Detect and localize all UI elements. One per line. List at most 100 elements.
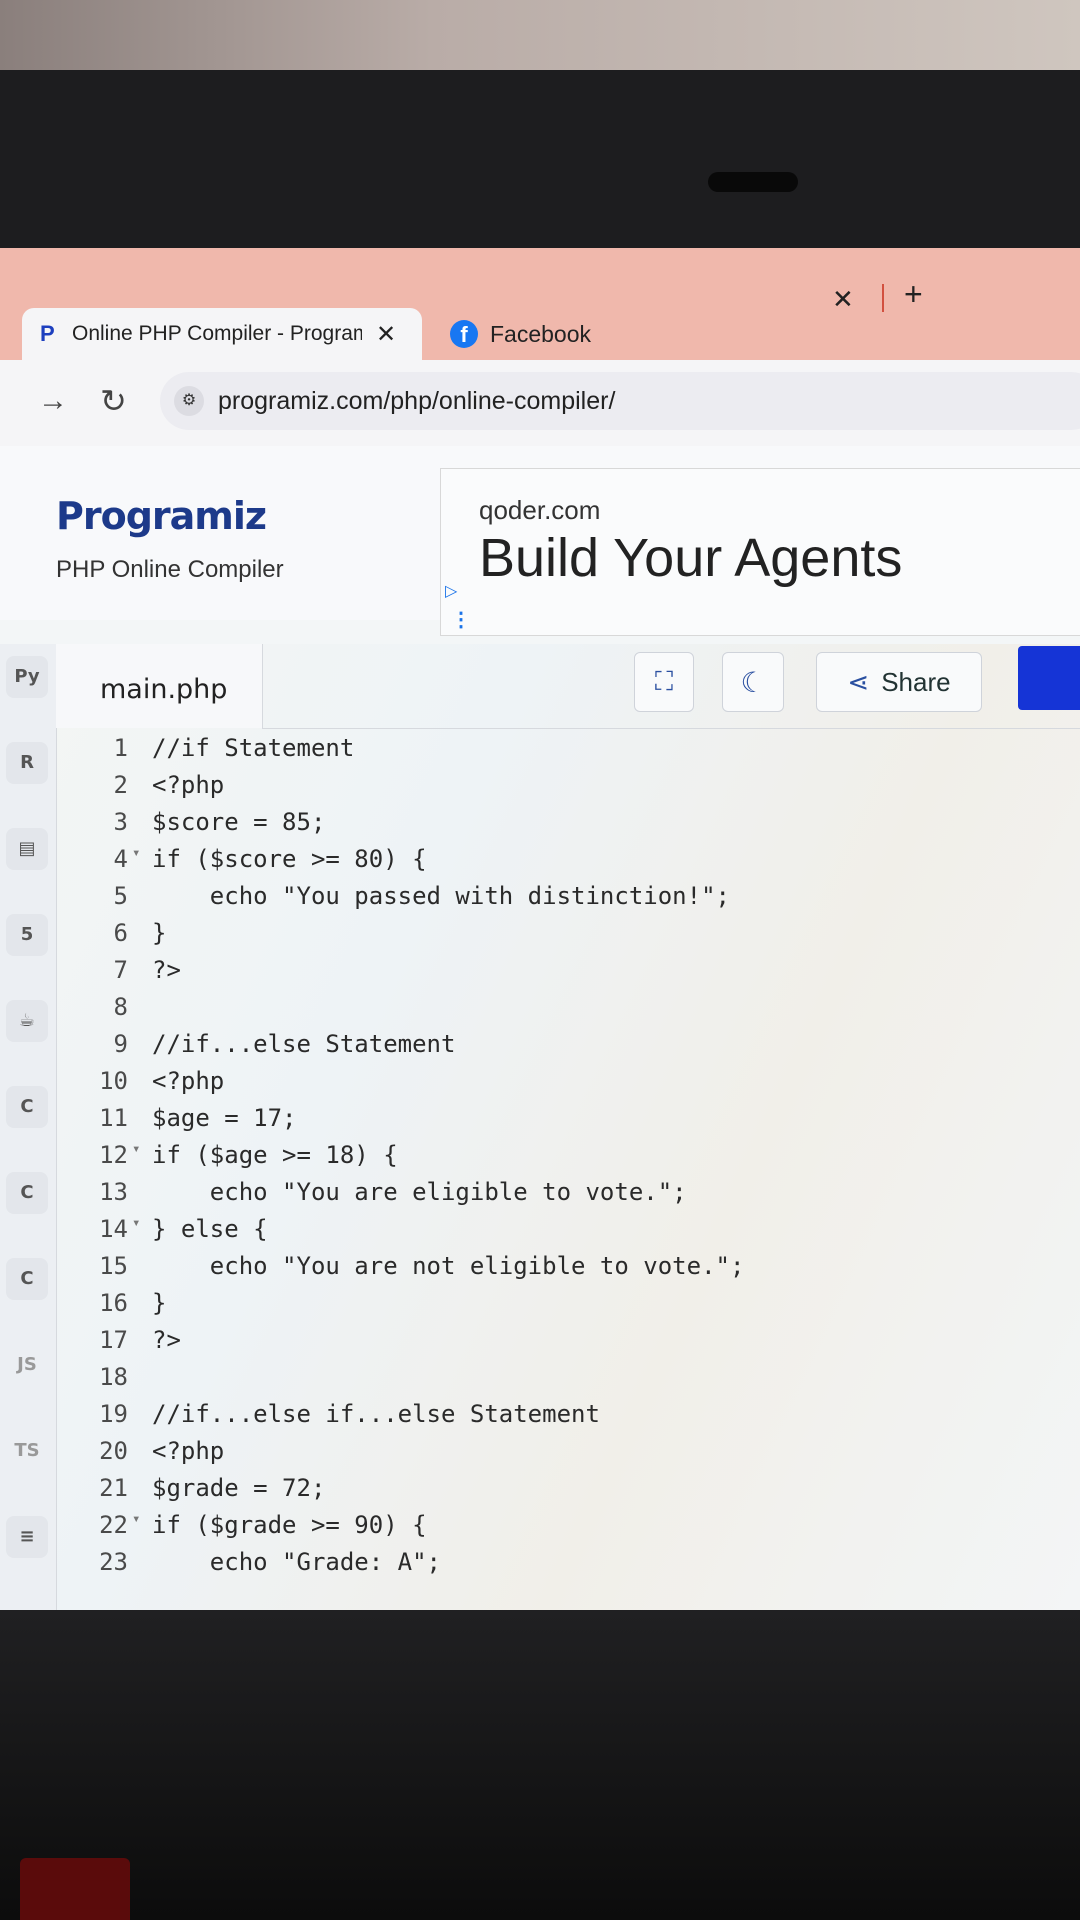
line-number: 15	[99, 1252, 128, 1280]
code-text: <?php	[152, 1067, 225, 1095]
code-line[interactable]: 19 //if...else if...else Statement	[56, 1400, 1080, 1434]
code-text: echo "You are eligible to vote.";	[152, 1178, 687, 1206]
line-number: 14	[99, 1215, 128, 1243]
cpp-icon[interactable]: C	[6, 1172, 48, 1214]
html5-icon[interactable]: 5	[6, 914, 48, 956]
fullscreen-icon: ⛶	[654, 666, 674, 696]
code-line[interactable]: 17 ?>	[56, 1326, 1080, 1360]
code-line[interactable]: 1 //if Statement	[56, 734, 1080, 768]
ad-menu-icon[interactable]: ⋮	[451, 607, 471, 632]
line-number: 10	[99, 1067, 128, 1095]
code-line[interactable]: 20 <?php	[56, 1437, 1080, 1471]
site-settings-icon[interactable]: ⚙	[174, 386, 204, 416]
code-text: }	[152, 919, 167, 947]
editor-controls: ⛶ ☾ ⋖ Share	[262, 644, 1080, 729]
tab-php-compiler[interactable]: P Online PHP Compiler - Program ✕	[22, 308, 422, 360]
fold-toggle-icon[interactable]: ▾	[132, 1141, 140, 1157]
ad-domain: qoder.com	[479, 495, 601, 525]
line-number: 12	[99, 1141, 128, 1169]
code-line[interactable]: 12 ▾ if ($age >= 18) {	[56, 1141, 1080, 1175]
monitor-bezel-bottom	[0, 1610, 1080, 1920]
code-line[interactable]: 21 $grade = 72;	[56, 1474, 1080, 1508]
code-line[interactable]: 5 echo "You passed with distinction!";	[56, 882, 1080, 916]
code-text: echo "You passed with distinction!";	[152, 882, 730, 910]
more-languages-icon[interactable]: ≡	[6, 1516, 48, 1558]
line-number: 19	[99, 1400, 128, 1428]
ad-banner[interactable]: qoder.com Build Your Agents ▷ ⋮	[440, 468, 1080, 636]
new-tab-icon[interactable]: +	[904, 276, 923, 313]
line-number: 22	[99, 1511, 128, 1539]
line-number: 17	[99, 1326, 128, 1354]
line-number: 11	[99, 1104, 128, 1132]
close-icon[interactable]: ✕	[832, 284, 854, 315]
code-text: //if Statement	[152, 734, 355, 762]
url-text: programiz.com/php/online-compiler/	[218, 386, 616, 415]
python-icon[interactable]: Py	[6, 656, 48, 698]
theme-toggle-button[interactable]: ☾	[722, 652, 784, 712]
page-header: Programiz PHP Online Compiler qoder.com …	[0, 446, 1080, 636]
code-line[interactable]: 2 <?php	[56, 771, 1080, 805]
programiz-logo[interactable]: Programiz	[56, 494, 267, 538]
line-number: 1	[113, 734, 128, 762]
code-line[interactable]: 13 echo "You are eligible to vote.";	[56, 1178, 1080, 1212]
share-icon: ⋖	[847, 666, 870, 697]
address-bar[interactable]: ⚙ programiz.com/php/online-compiler/	[160, 372, 1080, 430]
line-number: 9	[113, 1030, 128, 1058]
share-label: Share	[881, 666, 951, 697]
code-text: echo "You are not eligible to vote.";	[152, 1252, 745, 1280]
moon-icon: ☾	[740, 666, 766, 698]
c-icon[interactable]: C	[6, 1086, 48, 1128]
programiz-icon: P	[40, 321, 55, 346]
javascript-icon[interactable]: JS	[6, 1344, 48, 1386]
forward-arrow-icon[interactable]: →	[38, 384, 68, 418]
code-line[interactable]: 6}	[56, 919, 1080, 953]
code-line[interactable]: 3 $score = 85;	[56, 808, 1080, 842]
typescript-icon[interactable]: TS	[6, 1430, 48, 1472]
line-number: 20	[99, 1437, 128, 1465]
code-text: //if...else if...else Statement	[152, 1400, 600, 1428]
tab-strip: P Online PHP Compiler - Program ✕ f Face…	[0, 248, 1080, 360]
share-button[interactable]: ⋖ Share	[816, 652, 982, 712]
code-line[interactable]: 18	[56, 1363, 1080, 1397]
browser-toolbar: → ↻ ⚙ programiz.com/php/online-compiler/	[0, 360, 1080, 447]
code-text: $grade = 72;	[152, 1474, 326, 1502]
fullscreen-button[interactable]: ⛶	[634, 652, 694, 712]
fold-toggle-icon[interactable]: ▾	[132, 1215, 140, 1231]
code-line[interactable]: 7 ?>	[56, 956, 1080, 990]
code-line[interactable]: 22 ▾ if ($grade >= 90) {	[56, 1511, 1080, 1545]
code-line[interactable]: 14 ▾} else {	[56, 1215, 1080, 1249]
line-number: 2	[113, 771, 128, 799]
code-line[interactable]: 16}	[56, 1289, 1080, 1323]
csharp-icon[interactable]: C	[6, 1258, 48, 1300]
tab-title: Facebook	[490, 320, 592, 347]
code-line[interactable]: 9 //if...else Statement	[56, 1030, 1080, 1064]
code-line[interactable]: 10 <?php	[56, 1067, 1080, 1101]
fold-toggle-icon[interactable]: ▾	[132, 1511, 140, 1527]
run-button[interactable]	[1018, 646, 1080, 710]
tab-facebook[interactable]: f Facebook	[450, 308, 591, 360]
code-text: echo "Grade: A";	[152, 1548, 441, 1576]
file-tab[interactable]: main.php	[56, 644, 263, 728]
code-line[interactable]: 4 ▾ if ($score >= 80) {	[56, 845, 1080, 879]
code-line[interactable]: 15 echo "You are not eligible to vote.";	[56, 1252, 1080, 1286]
java-icon[interactable]: ☕	[6, 1000, 48, 1042]
language-sidebar: Py R ▤ 5 ☕ C C C JS TS ≡	[0, 644, 57, 1610]
ad-choices-icon[interactable]: ▷	[445, 581, 457, 601]
line-number: 23	[99, 1548, 128, 1576]
line-number: 8	[113, 993, 128, 1021]
code-line[interactable]: 8	[56, 993, 1080, 1027]
reload-icon[interactable]: ↻	[100, 382, 127, 420]
code-text: if ($score >= 80) {	[152, 845, 427, 873]
ad-headline: Build Your Agents	[479, 528, 903, 588]
code-editor[interactable]: 1//if Statement 2 <?php 3 $score = 85; 4 ▾ if (…	[56, 734, 1080, 1610]
code-text: $score = 85;	[152, 808, 326, 836]
database-icon[interactable]: ▤	[6, 828, 48, 870]
fold-toggle-icon[interactable]: ▾	[132, 845, 140, 861]
file-name: main.php	[100, 674, 228, 705]
code-line[interactable]: 11 $age = 17;	[56, 1104, 1080, 1138]
code-text: <?php	[152, 1437, 225, 1465]
close-icon[interactable]: ✕	[376, 320, 396, 349]
line-number: 16	[99, 1289, 128, 1317]
code-line[interactable]: 23 echo "Grade: A";	[56, 1548, 1080, 1582]
r-icon[interactable]: R	[6, 742, 48, 784]
